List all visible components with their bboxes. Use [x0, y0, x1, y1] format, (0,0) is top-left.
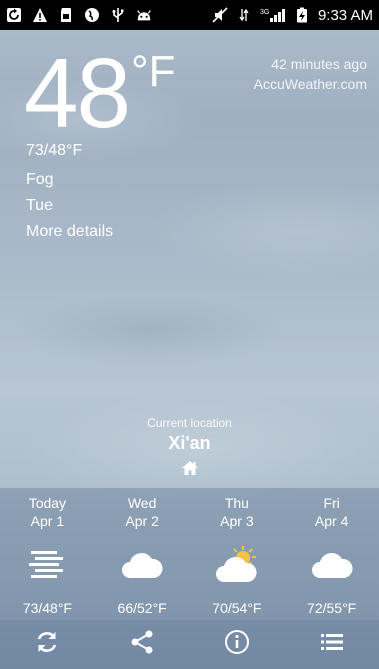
refresh-icon — [6, 7, 22, 23]
fog-icon — [0, 542, 95, 586]
weather-screen: 3G 9:33 AM 48 °F 42 minutes ago AccuWeat… — [0, 0, 379, 669]
refresh-icon — [34, 629, 60, 660]
share-icon — [130, 629, 154, 660]
update-info[interactable]: 42 minutes ago AccuWeather.com — [254, 54, 367, 94]
forecast-panel: Today Apr 1 73/48°F Wed Apr 2 66/52°F Th… — [0, 488, 379, 620]
warning-icon — [32, 7, 48, 23]
globe-icon — [84, 7, 100, 23]
signal-icon: 3G — [260, 7, 286, 23]
forecast-date: Apr 2 — [125, 513, 159, 529]
location-label: Current location — [147, 416, 232, 430]
current-day: Tue — [26, 197, 53, 214]
status-bar: 3G 9:33 AM — [0, 0, 379, 30]
battery-icon — [294, 7, 310, 23]
data-icon — [236, 7, 252, 23]
source-link: AccuWeather.com — [253, 76, 367, 92]
forecast-day-name: Wed — [127, 495, 157, 511]
high-low-temperature: 73/48°F — [26, 142, 83, 159]
info-button[interactable] — [190, 620, 285, 669]
forecast-temp: 66/52°F — [117, 600, 167, 616]
forecast-day[interactable]: Today Apr 1 73/48°F — [0, 488, 95, 620]
share-button[interactable] — [95, 620, 190, 669]
forecast-day-name: Thu — [224, 495, 249, 511]
sd-card-icon — [58, 7, 74, 23]
network-type: 3G — [260, 9, 269, 16]
forecast-day[interactable]: Wed Apr 2 66/52°F — [95, 488, 190, 620]
home-icon[interactable] — [181, 460, 199, 481]
android-icon — [136, 7, 152, 23]
list-icon — [320, 631, 344, 658]
weather-condition: Fog — [26, 171, 54, 188]
info-icon — [224, 629, 250, 660]
forecast-temp: 70/54°F — [212, 600, 262, 616]
forecast-date: Apr 4 — [314, 513, 349, 529]
status-time: 9:33 AM — [317, 6, 373, 24]
forecast-date: Apr 3 — [220, 513, 254, 529]
forecast-temp: 72/55°F — [307, 600, 357, 616]
forecast-temp: 73/48°F — [22, 600, 72, 616]
updated-time: 42 minutes ago — [271, 56, 367, 72]
list-button[interactable] — [284, 620, 379, 669]
refresh-button[interactable] — [0, 620, 95, 669]
forecast-day[interactable]: Thu Apr 3 70/54°F — [190, 488, 285, 620]
more-details-link[interactable]: More details — [26, 219, 113, 245]
mute-icon — [212, 7, 228, 23]
location-block[interactable]: Current location Xi'an — [0, 416, 379, 481]
temperature-unit: °F — [131, 47, 176, 96]
current-temperature[interactable]: 48 °F — [24, 44, 176, 142]
forecast-date: Apr 1 — [30, 513, 65, 529]
forecast-day-name: Fri — [323, 495, 340, 511]
current-conditions: 73/48°F Fog Tue More details — [26, 138, 113, 245]
bottom-toolbar — [0, 620, 379, 669]
forecast-day[interactable]: Fri Apr 4 72/55°F — [284, 488, 379, 620]
usb-icon — [110, 7, 126, 23]
forecast-day-name: Today — [28, 495, 67, 511]
location-name: Xi'an — [168, 433, 211, 453]
cloudy-icon — [95, 542, 190, 586]
cloudy-icon — [284, 542, 379, 586]
temperature-value: 48 — [24, 38, 131, 148]
partly-sunny-icon — [190, 542, 285, 586]
